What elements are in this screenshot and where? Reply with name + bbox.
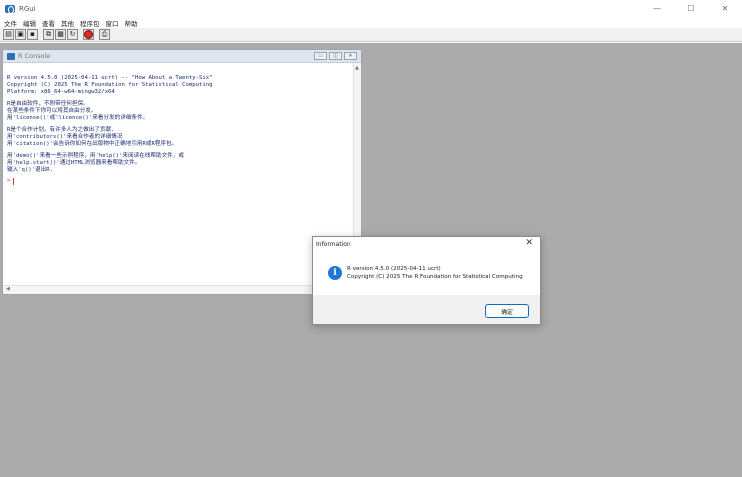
- console-titlebar[interactable]: R Console ▭ ◫ ✕: [3, 50, 361, 63]
- console-line: 用'demo()'来看一些示例程序，用'help()'来阅读在线帮助文件，或: [7, 153, 184, 159]
- scroll-up-icon[interactable]: ▲: [355, 65, 359, 71]
- print-icon[interactable]: ⎙: [99, 29, 110, 40]
- text-cursor: [13, 178, 15, 185]
- console-title: R Console: [18, 52, 51, 60]
- console-line: 用'contributors()'来看合作者的详细情况: [7, 134, 123, 140]
- dialog-footer: 确定: [313, 295, 540, 324]
- load-workspace-icon[interactable]: ▣: [15, 29, 26, 40]
- r-logo-icon: [7, 52, 15, 60]
- save-workspace-icon[interactable]: ▪: [27, 29, 38, 40]
- dialog-close-icon[interactable]: ✕: [525, 238, 533, 248]
- console-line: 在某些条件下你可以将其自由分发。: [7, 108, 97, 114]
- console-close-button[interactable]: ✕: [344, 52, 357, 60]
- window-controls: — ☐ ✕: [640, 0, 742, 17]
- console-input-line[interactable]: >: [7, 178, 353, 185]
- dialog-message-line: Copyright (C) 2025 The R Foundation for …: [347, 274, 523, 280]
- copy-icon[interactable]: ⧉: [43, 29, 54, 40]
- console-output[interactable]: R version 4.5.0 (2025-04-11 ucrt) -- "Ho…: [3, 63, 353, 285]
- r-console-window[interactable]: R Console ▭ ◫ ✕ R version 4.5.0 (2025-04…: [2, 49, 362, 295]
- console-line: R是自由软件，不附带任何担保。: [7, 101, 89, 107]
- menu-edit[interactable]: 编辑: [23, 18, 36, 28]
- console-minimize-button[interactable]: ▭: [314, 52, 327, 60]
- console-prompt: >: [7, 178, 11, 184]
- console-line: 用'license()'或'licence()'来看分发的详细条件。: [7, 115, 149, 121]
- open-script-icon[interactable]: ▤: [3, 29, 14, 40]
- info-icon: i: [328, 266, 342, 280]
- window-titlebar: RGui — ☐ ✕: [0, 0, 742, 17]
- console-line: Copyright (C) 2025 The R Foundation for …: [7, 82, 213, 88]
- dialog-title: Information: [316, 241, 351, 248]
- information-dialog: Information ✕ i R version 4.5.0 (2025-04…: [312, 236, 541, 325]
- ok-button[interactable]: 确定: [485, 304, 529, 318]
- toolbar: ▤ ▣ ▪ ⧉ ▦ ↻ ⎙: [0, 28, 742, 42]
- window-title: RGui: [19, 4, 36, 13]
- paste-icon[interactable]: ▦: [55, 29, 66, 40]
- menu-windows[interactable]: 窗口: [106, 18, 119, 28]
- menu-bar: 文件 编辑 查看 其他 程序包 窗口 帮助: [0, 17, 742, 28]
- dialog-message-line: R version 4.5.0 (2025-04-11 ucrt): [347, 266, 441, 272]
- dialog-content: i R version 4.5.0 (2025-04-11 ucrt) Copy…: [313, 252, 540, 295]
- horizontal-scrollbar[interactable]: ◀: [3, 285, 361, 294]
- dialog-message: R version 4.5.0 (2025-04-11 ucrt) Copyri…: [347, 265, 523, 281]
- console-line: 用'citation()'会告诉你如何在出版物中正确地引用R或R程序包。: [7, 141, 178, 147]
- dialog-titlebar: Information ✕: [313, 237, 540, 252]
- stop-icon[interactable]: [83, 29, 94, 40]
- console-line: 输入'q()'退出R.: [7, 167, 53, 173]
- close-button[interactable]: ✕: [708, 0, 742, 17]
- menu-packages[interactable]: 程序包: [80, 18, 100, 28]
- menu-view[interactable]: 查看: [42, 18, 55, 28]
- console-line: Platform: x86_64-w64-mingw32/x64: [7, 89, 115, 95]
- console-line: R是个合作计划，有许多人为之做出了贡献.: [7, 127, 115, 133]
- console-line: 用'help.start()'通过HTML浏览器来看帮助文件。: [7, 160, 141, 166]
- menu-file[interactable]: 文件: [4, 18, 17, 28]
- console-line: R version 4.5.0 (2025-04-11 ucrt) -- "Ho…: [7, 75, 213, 81]
- menu-help[interactable]: 帮助: [125, 18, 138, 28]
- console-maximize-button[interactable]: ◫: [329, 52, 342, 60]
- maximize-button[interactable]: ☐: [674, 0, 708, 17]
- console-controls: ▭ ◫ ✕: [312, 52, 357, 60]
- minimize-button[interactable]: —: [640, 0, 674, 17]
- copy-paste-icon[interactable]: ↻: [67, 29, 78, 40]
- scroll-left-icon[interactable]: ◀: [6, 286, 10, 292]
- menu-misc[interactable]: 其他: [61, 18, 74, 28]
- r-logo-icon: [5, 4, 15, 14]
